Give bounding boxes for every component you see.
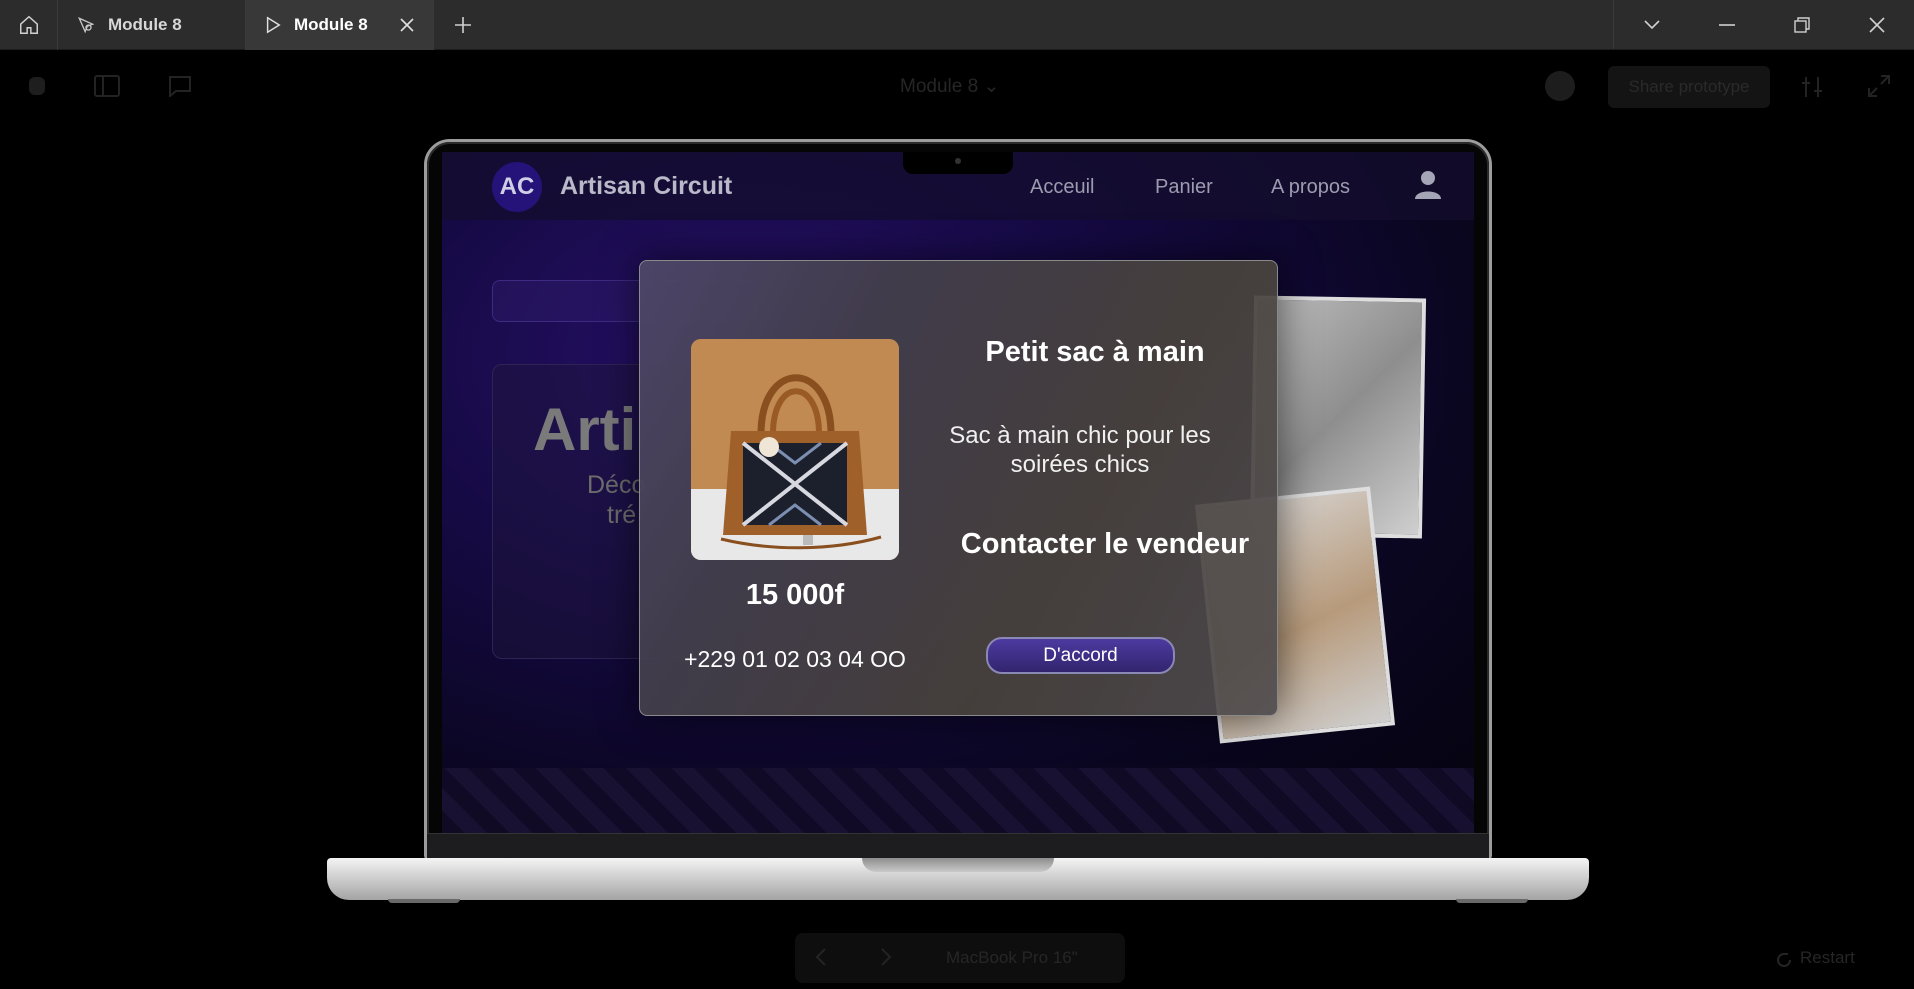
close-icon <box>1868 17 1885 33</box>
sidebar-toggle-icon[interactable] <box>94 75 120 97</box>
home-button[interactable] <box>0 0 58 50</box>
contact-seller-heading: Contacter le vendeur <box>960 528 1250 560</box>
chevron-down-icon <box>1643 20 1660 30</box>
figma-icon <box>78 17 95 34</box>
tab-module-8-prototype[interactable]: Module 8 <box>246 0 434 50</box>
nav-link-panier[interactable]: Panier <box>1155 176 1213 199</box>
product-image <box>691 339 899 560</box>
plus-icon <box>455 17 471 33</box>
restart-icon <box>1777 953 1791 967</box>
brand-name: Artisan Circuit <box>560 172 733 200</box>
restore-icon <box>1793 17 1810 33</box>
tab-module-8-design[interactable]: Module 8 <box>58 0 246 50</box>
minimize-icon <box>1718 24 1735 26</box>
hero-subtitle: Déco tré <box>587 471 646 529</box>
expand-icon[interactable] <box>1868 75 1890 97</box>
prototype-toolbar: Module 8 ⌄ Share prototype <box>0 51 1914 123</box>
tab-label: Module 8 <box>294 15 368 34</box>
user-icon[interactable] <box>1414 170 1442 200</box>
comment-icon[interactable] <box>168 75 192 97</box>
chevron-left-icon[interactable] <box>815 948 827 966</box>
laptop-base-notch <box>862 858 1054 872</box>
restart-button[interactable]: Restart <box>1800 948 1855 968</box>
avatar[interactable] <box>1542 69 1578 103</box>
decorative-pattern-band <box>442 768 1474 833</box>
new-tab-button[interactable] <box>434 0 492 50</box>
nav-link-acceuil[interactable]: Acceuil <box>1030 176 1094 199</box>
play-icon <box>266 16 281 34</box>
minimize-button[interactable] <box>1689 0 1764 50</box>
home-icon <box>19 15 38 34</box>
seller-phone: +229 01 02 03 04 OO <box>684 646 906 672</box>
nav-link-a-propos[interactable]: A propos <box>1271 176 1350 199</box>
hero-title: Arti <box>533 396 637 463</box>
figma-logo-icon[interactable] <box>26 75 48 97</box>
window-controls <box>1613 0 1914 49</box>
product-modal: 15 000f +229 01 02 03 04 OO Petit sac à … <box>639 260 1278 716</box>
chevron-right-icon[interactable] <box>880 948 892 966</box>
close-tab-button[interactable] <box>399 17 415 33</box>
prototype-title[interactable]: Module 8 ⌄ <box>900 75 999 98</box>
handbag-illustration <box>691 339 899 560</box>
restore-button[interactable] <box>1764 0 1839 50</box>
share-prototype-button[interactable]: Share prototype <box>1608 66 1770 108</box>
close-window-button[interactable] <box>1839 0 1914 50</box>
tab-label: Module 8 <box>108 15 182 34</box>
ok-button[interactable]: D'accord <box>986 637 1175 674</box>
device-label[interactable]: MacBook Pro 16" <box>946 948 1078 968</box>
site-logo[interactable]: AC <box>492 162 542 212</box>
settings-sliders-icon[interactable] <box>1800 75 1824 99</box>
window-tab-bar: Module 8 Module 8 <box>0 0 1914 50</box>
camera-notch <box>903 152 1013 174</box>
laptop-chin <box>427 833 1489 858</box>
product-price: 15 000f <box>745 579 845 611</box>
tabs-dropdown-button[interactable] <box>1614 0 1689 50</box>
close-icon <box>400 18 414 32</box>
product-title: Petit sac à main <box>985 336 1205 368</box>
product-description: Sac à main chic pour les soirées chics <box>949 422 1211 478</box>
